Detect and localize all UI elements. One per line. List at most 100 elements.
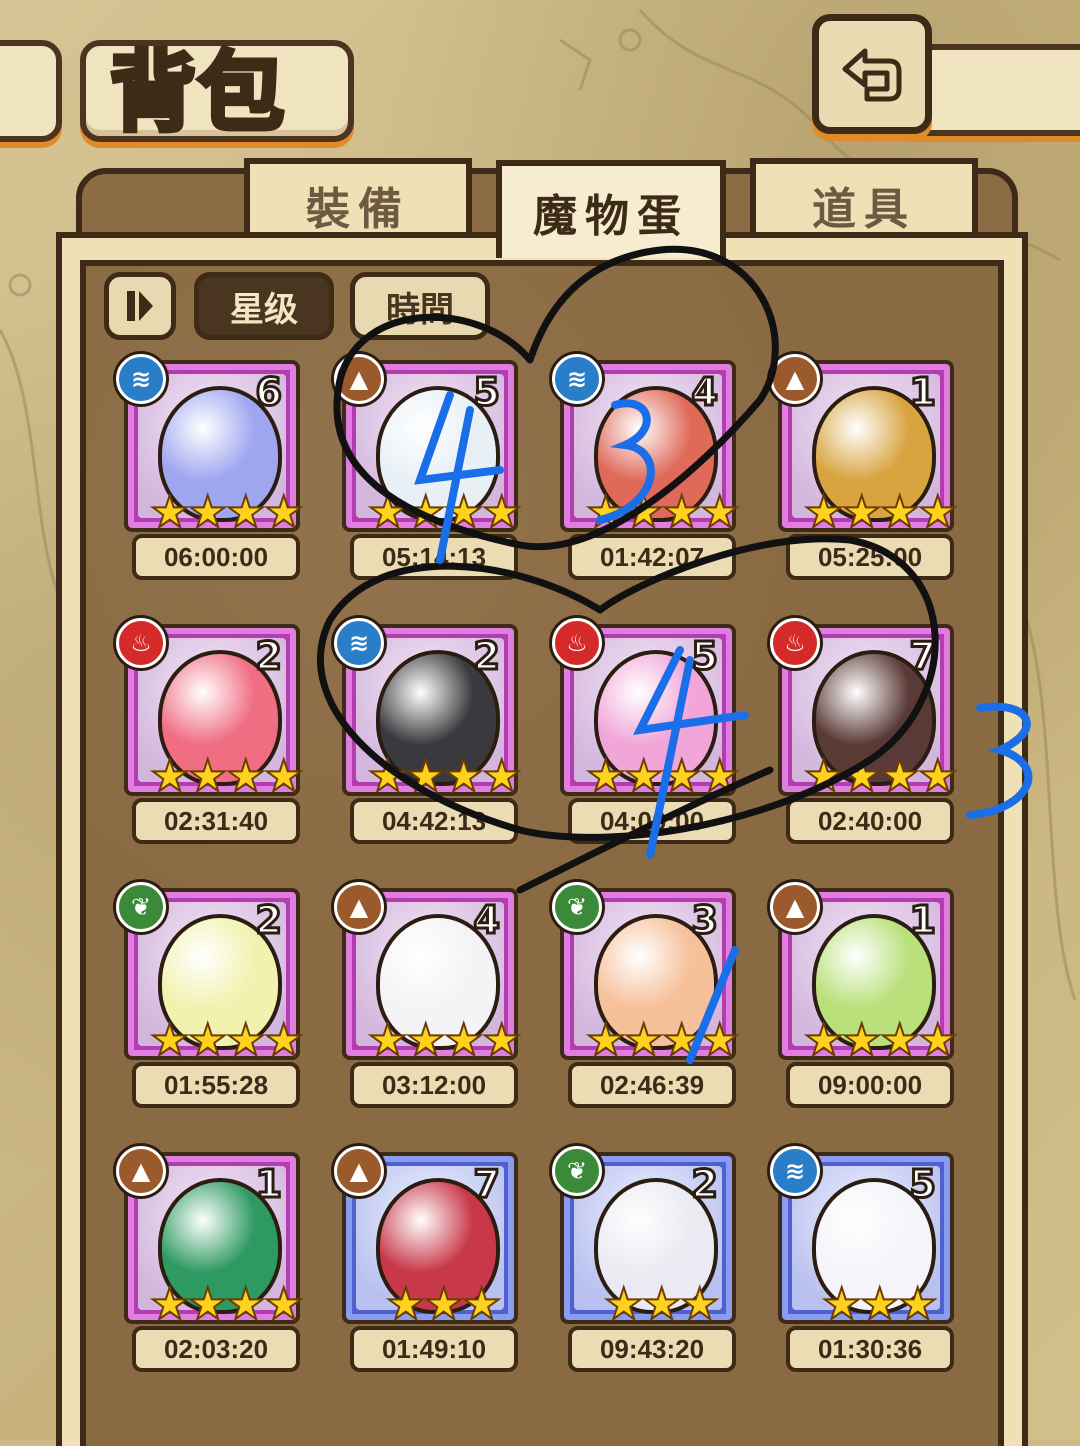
star-rating: ★ ★ ★ xyxy=(603,1279,744,1330)
star-icon: ★ xyxy=(841,751,882,802)
star-icon: ★ xyxy=(367,751,408,802)
monster-egg-card[interactable]: 6 ★ ★ ★ ★ ≋ 06:00:00 xyxy=(116,354,304,580)
star-icon: ★ xyxy=(263,487,304,538)
left-decor-bar xyxy=(0,40,62,142)
monster-egg-card[interactable]: 2 ★ ★ ★ ❦ 09:43:20 xyxy=(552,1146,736,1372)
back-button[interactable] xyxy=(812,14,932,134)
star-icon: ★ xyxy=(603,1279,644,1330)
star-icon: ★ xyxy=(187,1015,228,1066)
earth-element-icon: ▲ xyxy=(334,354,384,404)
water-element-icon: ≋ xyxy=(552,354,602,404)
star-icon: ★ xyxy=(585,487,626,538)
star-icon: ★ xyxy=(461,1279,502,1330)
hatch-timer: 03:12:00 xyxy=(350,1062,518,1108)
star-icon: ★ xyxy=(149,487,190,538)
monster-egg-card[interactable]: 2 ★ ★ ★ ★ ≋ 04:42:13 xyxy=(334,618,522,844)
star-icon: ★ xyxy=(917,751,958,802)
star-icon: ★ xyxy=(149,1279,190,1330)
filter-star-button[interactable]: 星级 xyxy=(194,272,334,340)
star-icon: ★ xyxy=(917,1015,958,1066)
hatch-timer: 02:46:39 xyxy=(568,1062,736,1108)
egg-count: 1 xyxy=(908,897,938,944)
egg-count: 6 xyxy=(254,369,284,416)
egg-count: 5 xyxy=(690,633,720,680)
star-rating: ★ ★ ★ ★ xyxy=(585,751,740,802)
monster-egg-card[interactable]: 5 ★ ★ ★ ★ ♨ 04:00:00 xyxy=(552,618,740,844)
water-element-icon: ≋ xyxy=(116,354,166,404)
monster-egg-card[interactable]: 1 ★ ★ ★ ★ ▲ 09:00:00 xyxy=(770,882,958,1108)
star-icon: ★ xyxy=(623,751,664,802)
hatch-timer: 01:49:10 xyxy=(350,1326,518,1372)
star-rating: ★ ★ ★ ★ xyxy=(149,751,304,802)
monster-egg-card[interactable]: 1 ★ ★ ★ ★ ▲ 05:25:00 xyxy=(770,354,958,580)
star-icon: ★ xyxy=(149,751,190,802)
hatch-timer: 01:42:07 xyxy=(568,534,736,580)
monster-egg-card[interactable]: 4 ★ ★ ★ ★ ▲ 03:12:00 xyxy=(334,882,522,1108)
monster-egg-card[interactable]: 7 ★ ★ ★ ▲ 01:49:10 xyxy=(334,1146,518,1372)
leaf-element-icon: ❦ xyxy=(552,1146,602,1196)
earth-element-icon: ▲ xyxy=(334,882,384,932)
monster-egg-card[interactable]: 4 ★ ★ ★ ★ ≋ 01:42:07 xyxy=(552,354,740,580)
earth-element-icon: ▲ xyxy=(770,354,820,404)
tab-label: 裝備 xyxy=(306,184,410,235)
monster-egg-card[interactable]: 2 ★ ★ ★ ★ ❦ 01:55:28 xyxy=(116,882,304,1108)
hatch-timer: 05:14:13 xyxy=(350,534,518,580)
water-element-icon: ≋ xyxy=(770,1146,820,1196)
return-arrow-icon xyxy=(842,48,902,102)
hatch-timer: 04:00:00 xyxy=(568,798,736,844)
star-icon: ★ xyxy=(443,751,484,802)
star-icon: ★ xyxy=(225,1279,266,1330)
star-icon: ★ xyxy=(367,487,408,538)
star-rating: ★ ★ ★ ★ xyxy=(149,487,304,538)
star-icon: ★ xyxy=(661,751,702,802)
hatch-timer: 09:00:00 xyxy=(786,1062,954,1108)
filter-time-button[interactable]: 時間 xyxy=(350,272,490,340)
monster-egg-card[interactable]: 7 ★ ★ ★ ★ ♨ 02:40:00 xyxy=(770,618,958,844)
monster-egg-card[interactable]: 2 ★ ★ ★ ★ ♨ 02:31:40 xyxy=(116,618,304,844)
star-rating: ★ ★ ★ ★ xyxy=(149,1015,304,1066)
tab-monster-eggs[interactable]: 魔物蛋 xyxy=(496,160,726,258)
monster-egg-card[interactable]: 3 ★ ★ ★ ★ ❦ 02:46:39 xyxy=(552,882,740,1108)
sort-toggle-button[interactable] xyxy=(104,272,176,340)
earth-element-icon: ▲ xyxy=(770,882,820,932)
egg-count: 4 xyxy=(472,897,502,944)
egg-count: 2 xyxy=(254,633,284,680)
star-icon: ★ xyxy=(897,1279,938,1330)
star-icon: ★ xyxy=(225,751,266,802)
star-icon: ★ xyxy=(679,1279,720,1330)
monster-egg-card[interactable]: 5 ★ ★ ★ ★ ▲ 05:14:13 xyxy=(334,354,522,580)
star-icon: ★ xyxy=(481,487,522,538)
star-icon: ★ xyxy=(641,1279,682,1330)
star-icon: ★ xyxy=(405,487,446,538)
monster-egg-card[interactable]: 5 ★ ★ ★ ≋ 01:30:36 xyxy=(770,1146,954,1372)
star-rating: ★ ★ ★ xyxy=(385,1279,526,1330)
tab-label: 道具 xyxy=(812,184,916,235)
egg-count: 5 xyxy=(908,1161,938,1208)
leaf-element-icon: ❦ xyxy=(552,882,602,932)
egg-count: 3 xyxy=(690,897,720,944)
hatch-timer: 04:42:13 xyxy=(350,798,518,844)
star-rating: ★ ★ ★ ★ xyxy=(367,751,522,802)
monster-egg-card[interactable]: 1 ★ ★ ★ ★ ▲ 02:03:20 xyxy=(116,1146,304,1372)
hatch-timer: 01:55:28 xyxy=(132,1062,300,1108)
star-icon: ★ xyxy=(661,487,702,538)
egg-count: 7 xyxy=(908,633,938,680)
star-icon: ★ xyxy=(879,751,920,802)
fire-element-icon: ♨ xyxy=(552,618,602,668)
egg-count: 7 xyxy=(472,1161,502,1208)
star-icon: ★ xyxy=(821,1279,862,1330)
star-icon: ★ xyxy=(803,487,844,538)
tab-label: 魔物蛋 xyxy=(533,191,689,242)
star-icon: ★ xyxy=(585,751,626,802)
water-element-icon: ≋ xyxy=(334,618,384,668)
star-icon: ★ xyxy=(585,1015,626,1066)
sort-toggle-icon xyxy=(127,291,153,321)
hatch-timer: 02:03:20 xyxy=(132,1326,300,1372)
star-icon: ★ xyxy=(225,487,266,538)
star-rating: ★ ★ ★ ★ xyxy=(803,751,958,802)
earth-element-icon: ▲ xyxy=(334,1146,384,1196)
star-rating: ★ ★ ★ ★ xyxy=(803,1018,958,1064)
star-icon: ★ xyxy=(917,487,958,538)
star-icon: ★ xyxy=(187,751,228,802)
star-icon: ★ xyxy=(623,487,664,538)
